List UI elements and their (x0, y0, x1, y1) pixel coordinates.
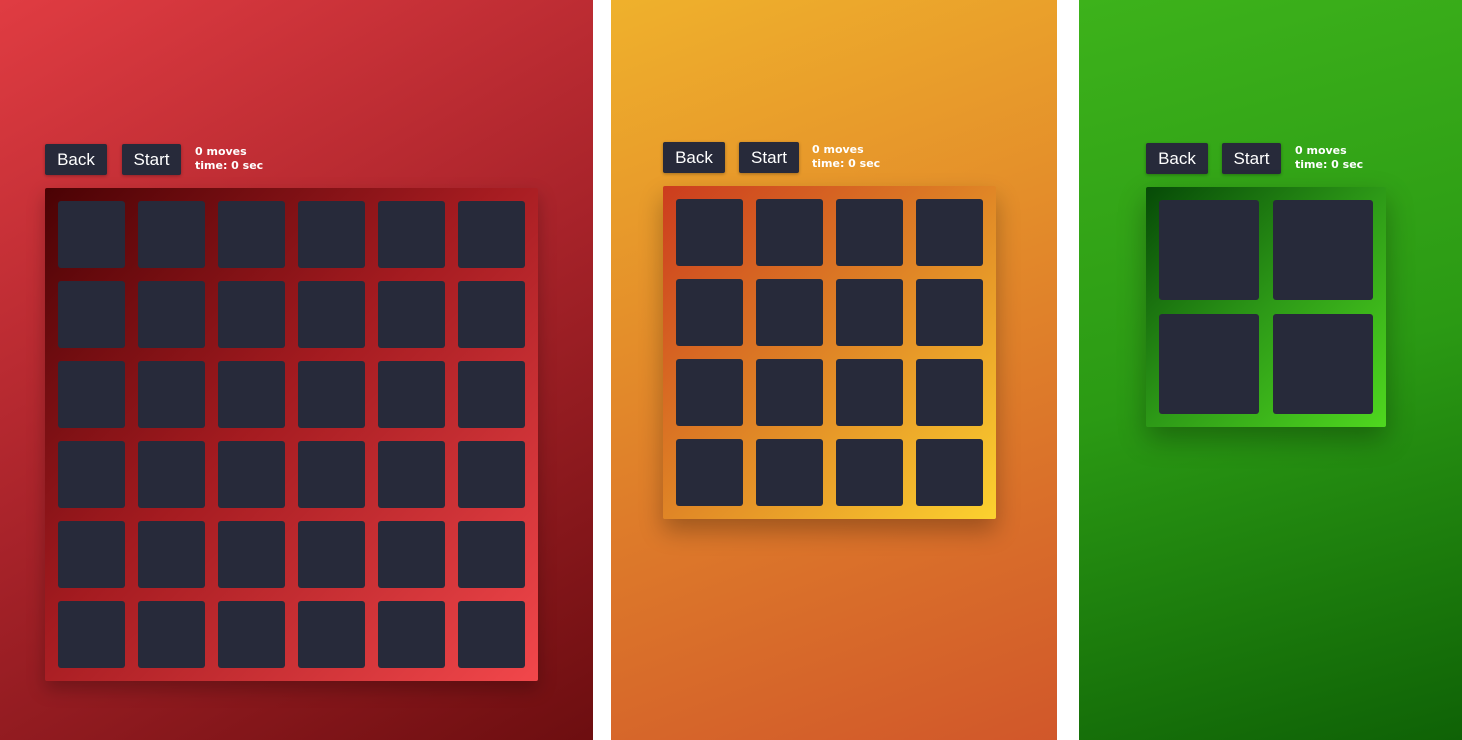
moves-counter: 0 moves (1295, 144, 1347, 157)
memory-card[interactable] (58, 281, 125, 348)
memory-card[interactable] (378, 281, 445, 348)
memory-card[interactable] (138, 601, 205, 668)
memory-card[interactable] (58, 521, 125, 588)
start-button[interactable]: Start (122, 144, 181, 175)
memory-card[interactable] (298, 281, 365, 348)
game-stats: 0 moves time: 0 sec (195, 145, 263, 173)
memory-card[interactable] (756, 359, 823, 426)
memory-card[interactable] (138, 281, 205, 348)
memory-card[interactable] (458, 201, 525, 268)
memory-card[interactable] (138, 201, 205, 268)
memory-card[interactable] (218, 361, 285, 428)
memory-card[interactable] (676, 199, 743, 266)
start-button[interactable]: Start (1222, 143, 1281, 174)
game-panel-orange: Back Start 0 moves time: 0 sec (611, 0, 1057, 740)
memory-card[interactable] (378, 441, 445, 508)
memory-card[interactable] (916, 439, 983, 506)
memory-card[interactable] (916, 359, 983, 426)
back-button[interactable]: Back (1146, 143, 1208, 174)
time-counter: time: 0 sec (812, 157, 881, 170)
memory-card[interactable] (916, 279, 983, 346)
memory-card[interactable] (458, 281, 525, 348)
memory-card[interactable] (218, 201, 285, 268)
memory-card[interactable] (298, 521, 365, 588)
game-panel-red: Back Start 0 moves time: 0 sec (0, 0, 593, 740)
game-board (1146, 187, 1386, 427)
memory-card[interactable] (836, 199, 903, 266)
memory-card[interactable] (458, 441, 525, 508)
memory-card[interactable] (58, 601, 125, 668)
memory-card[interactable] (298, 201, 365, 268)
time-counter: time: 0 sec (195, 159, 264, 172)
memory-card[interactable] (836, 359, 903, 426)
moves-counter: 0 moves (195, 145, 247, 158)
back-button[interactable]: Back (663, 142, 725, 173)
memory-card[interactable] (836, 439, 903, 506)
memory-card[interactable] (218, 281, 285, 348)
memory-card[interactable] (916, 199, 983, 266)
memory-card[interactable] (378, 521, 445, 588)
game-stats: 0 moves time: 0 sec (1295, 144, 1363, 172)
memory-card[interactable] (58, 201, 125, 268)
memory-card[interactable] (756, 279, 823, 346)
memory-card[interactable] (298, 361, 365, 428)
memory-card[interactable] (58, 441, 125, 508)
memory-card[interactable] (458, 521, 525, 588)
game-board (663, 186, 996, 519)
memory-card[interactable] (836, 279, 903, 346)
memory-card[interactable] (378, 201, 445, 268)
moves-counter: 0 moves (812, 143, 864, 156)
memory-card[interactable] (378, 361, 445, 428)
memory-card[interactable] (138, 521, 205, 588)
memory-card[interactable] (458, 601, 525, 668)
memory-card[interactable] (138, 361, 205, 428)
game-panel-green: Back Start 0 moves time: 0 sec (1079, 0, 1462, 740)
game-stats: 0 moves time: 0 sec (812, 143, 880, 171)
memory-card[interactable] (1273, 314, 1373, 414)
memory-card[interactable] (756, 199, 823, 266)
memory-card[interactable] (378, 601, 445, 668)
memory-card[interactable] (676, 439, 743, 506)
memory-card[interactable] (298, 601, 365, 668)
memory-card[interactable] (138, 441, 205, 508)
game-board (45, 188, 538, 681)
memory-card[interactable] (676, 359, 743, 426)
memory-card[interactable] (676, 279, 743, 346)
start-button[interactable]: Start (739, 142, 799, 173)
memory-card[interactable] (1273, 200, 1373, 300)
memory-card[interactable] (458, 361, 525, 428)
back-button[interactable]: Back (45, 144, 107, 175)
memory-card[interactable] (218, 601, 285, 668)
time-counter: time: 0 sec (1295, 158, 1364, 171)
memory-card[interactable] (298, 441, 365, 508)
memory-card[interactable] (218, 521, 285, 588)
memory-card[interactable] (756, 439, 823, 506)
memory-card[interactable] (218, 441, 285, 508)
memory-card[interactable] (58, 361, 125, 428)
memory-card[interactable] (1159, 314, 1259, 414)
memory-card[interactable] (1159, 200, 1259, 300)
